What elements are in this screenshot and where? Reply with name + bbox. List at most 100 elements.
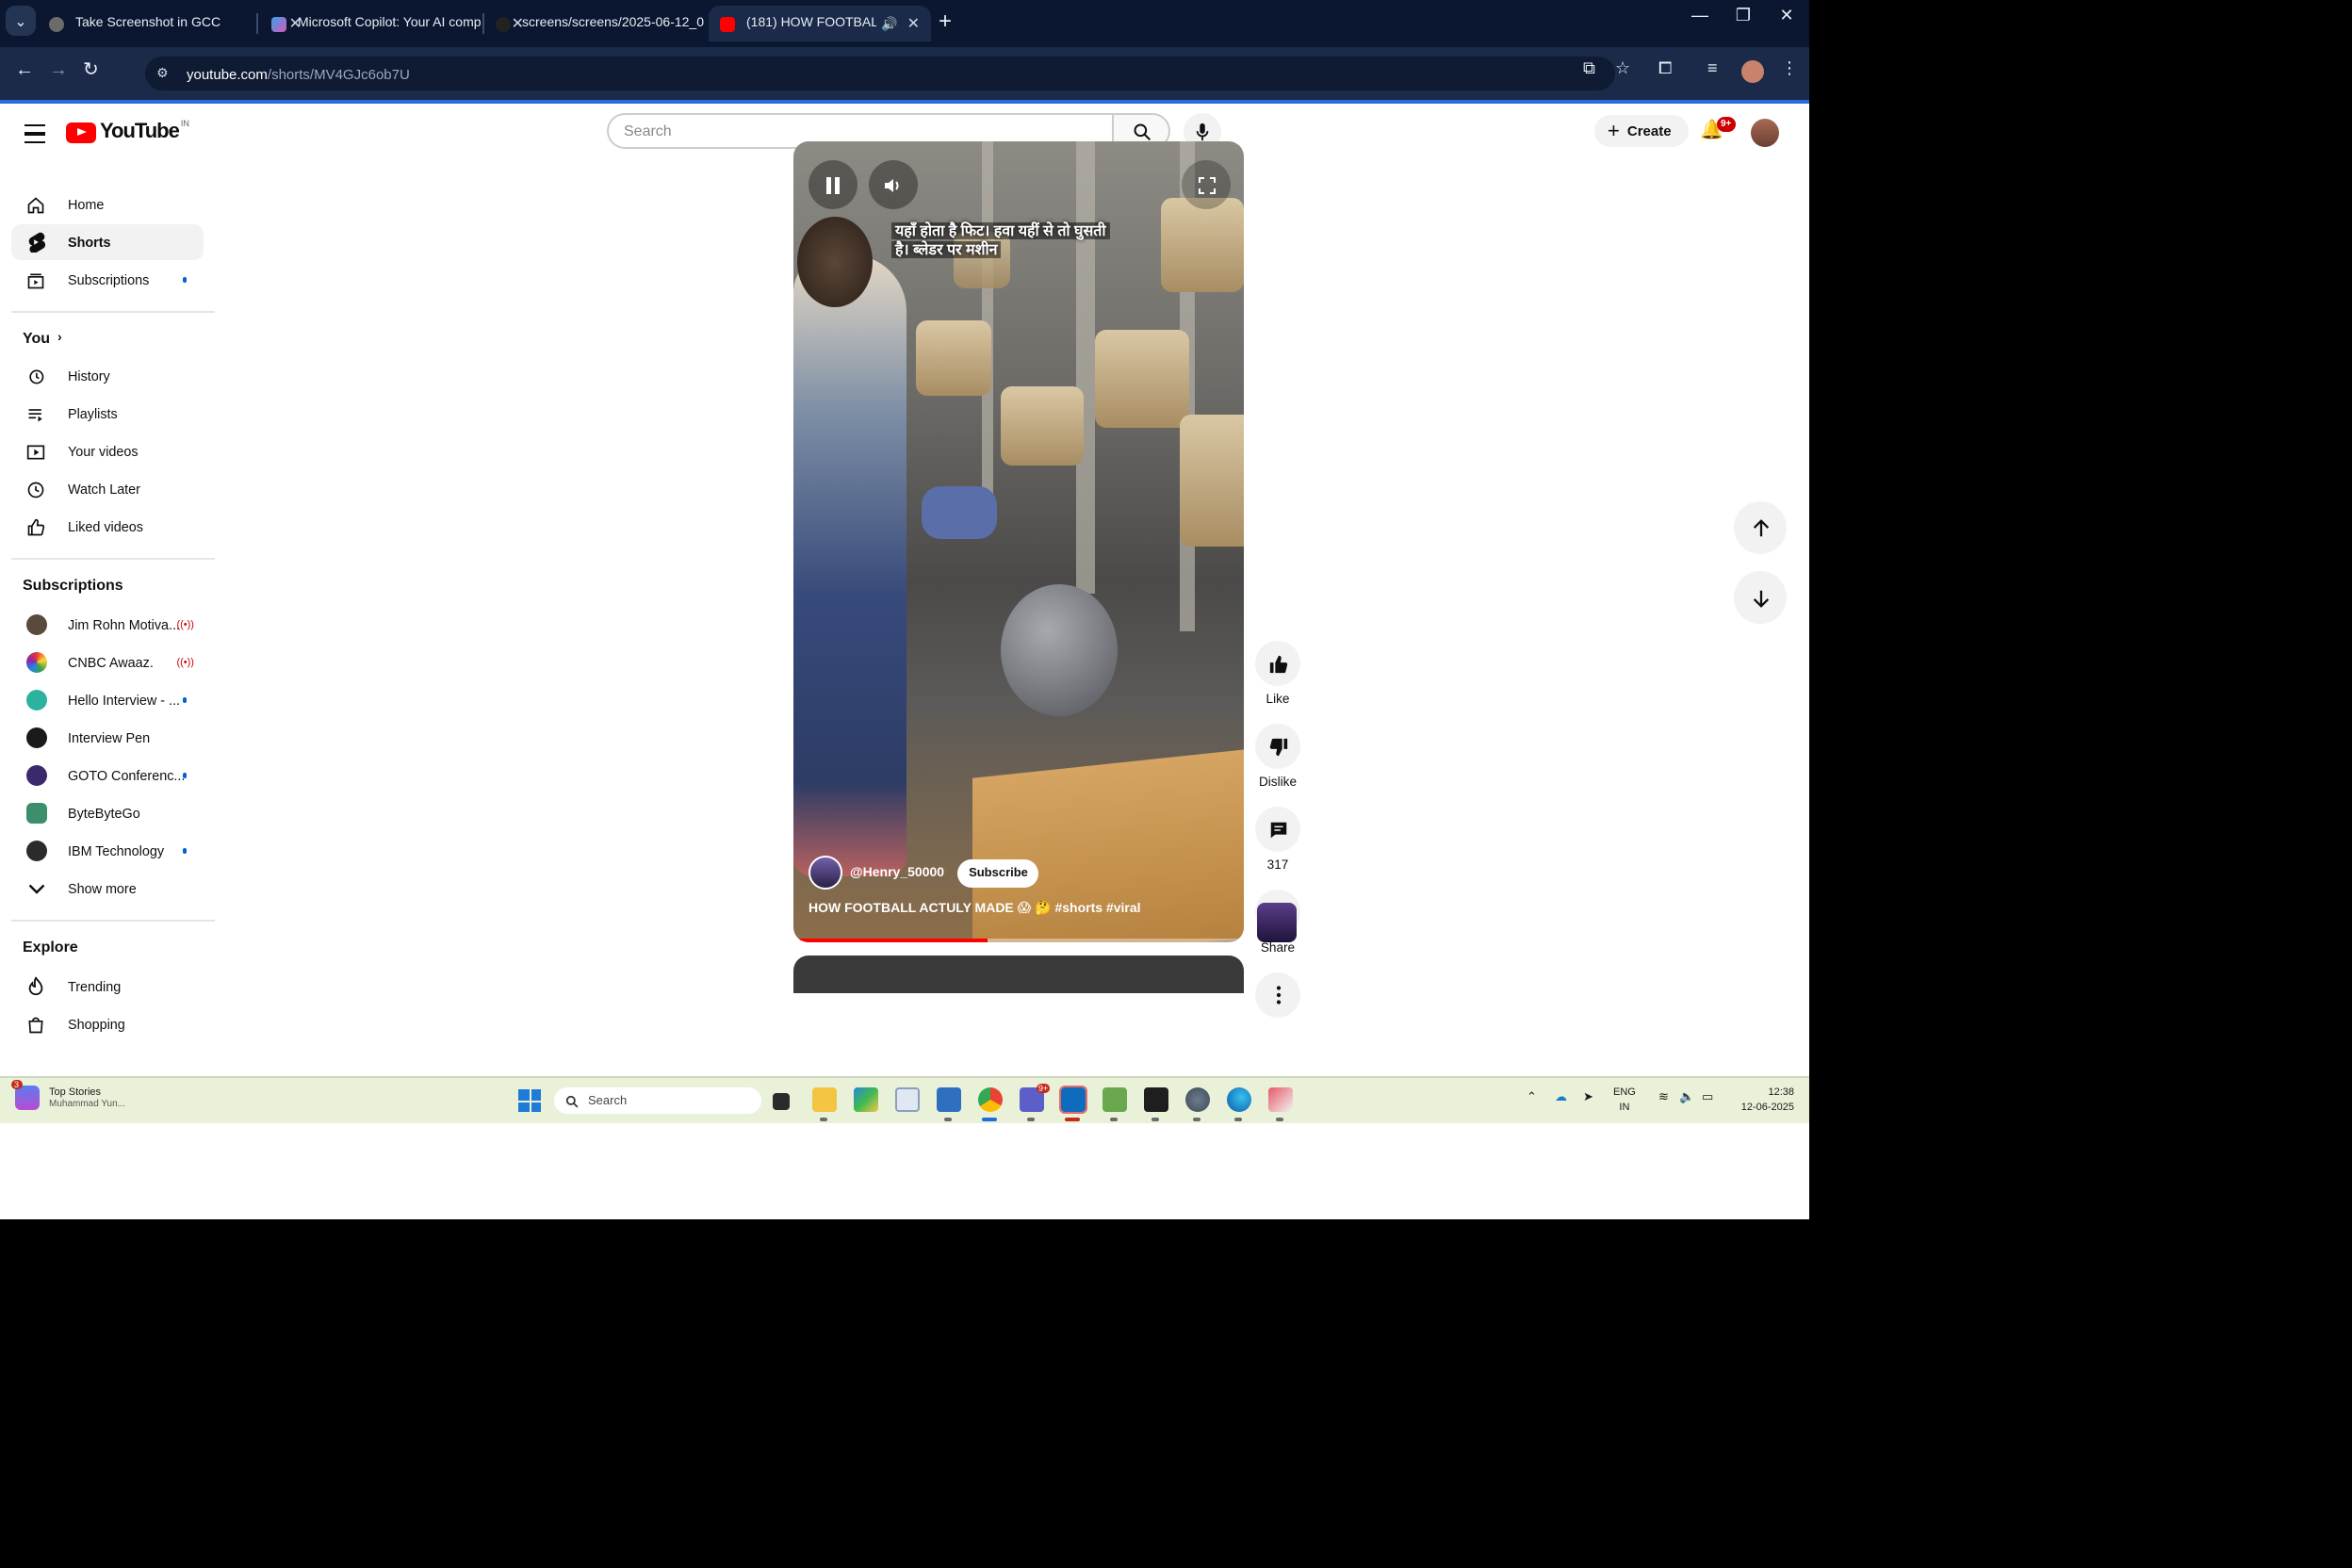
account-avatar[interactable] [1751,119,1779,147]
subscription-label: GOTO Conferenc... [68,767,186,784]
show-hidden-icons-icon[interactable]: ⌃ [1527,1089,1537,1104]
settings-gear-icon[interactable] [1185,1087,1210,1112]
close-tab-icon[interactable]: ✕ [907,15,920,32]
sidebar-item-trending[interactable]: Trending [11,969,204,1004]
comments-action[interactable]: 317 [1255,807,1300,873]
dislike-button[interactable] [1255,724,1300,769]
subscription-label: Jim Rohn Motiva... [68,616,181,633]
sidebar-item-shopping[interactable]: Shopping [11,1006,204,1042]
sidebar-item-playlists[interactable]: Playlists [11,396,204,432]
sidebar-item-label: History [68,368,110,384]
chrome-icon[interactable] [978,1087,1003,1112]
sidebar-item-home[interactable]: Home [11,187,204,222]
more-actions[interactable] [1255,972,1300,1018]
you-heading: You [23,330,51,347]
new-content-dot [182,773,187,778]
like-button[interactable] [1255,641,1300,686]
photos-app-icon[interactable] [937,1087,961,1112]
news-widget[interactable]: 3 Top Stories Muhammad Yun... [11,1080,125,1110]
tab-search-button[interactable]: ⌄ [6,6,36,36]
file-explorer-icon[interactable] [812,1087,837,1112]
task-view-icon[interactable] [773,1093,790,1110]
subscribe-button[interactable]: Subscribe [957,858,1039,887]
next-short-preview[interactable] [793,956,1244,993]
dislike-action[interactable]: Dislike [1255,724,1300,790]
subscriptions-icon [23,270,49,289]
shorts-video-player[interactable]: यहाँ होता है फिट। हवा यहीं से तो घुसती ह… [793,141,1244,942]
language-indicator[interactable]: ENG IN [1613,1086,1636,1116]
sidebar-item-liked-videos[interactable]: Liked videos [11,509,204,545]
subscription-item[interactable]: Interview Pen [11,720,204,756]
edge-icon[interactable] [1227,1087,1251,1112]
copilot-app-icon[interactable] [854,1087,878,1112]
outlook-icon[interactable] [1059,1086,1087,1114]
youtube-logo[interactable]: YouTube IN [66,118,189,143]
news-title: Top Stories [49,1086,102,1098]
windows-start-icon[interactable] [518,1089,541,1112]
subscription-item[interactable]: CNBC Awaaz. ((•)) [11,645,204,680]
screenshot-favicon-icon [49,16,64,31]
battery-icon[interactable]: ▭ [1702,1089,1713,1104]
back-icon[interactable]: ← [15,60,34,81]
reload-icon[interactable]: ↻ [83,60,99,81]
create-button[interactable]: + Create [1594,115,1689,147]
sidebar-you-heading[interactable]: You › [11,320,204,356]
clock[interactable]: 12:38 12-06-2025 [1730,1086,1794,1116]
browser-menu-icon[interactable]: ⋮ [1781,58,1798,79]
extensions-icon[interactable]: ⧠ [1658,58,1672,79]
audio-playing-icon[interactable]: 🔊 [881,16,897,31]
taskbar-search[interactable]: Search [554,1087,761,1114]
pause-icon [826,176,840,193]
minimize-button[interactable]: — [1677,6,1723,24]
onedrive-cloud-icon[interactable]: ☁ [1555,1089,1567,1104]
media-controls-icon[interactable]: ≡ [1707,58,1718,77]
volume-icon [885,178,899,191]
browser-tab-active[interactable]: (181) HOW FOOTBALL ACTU 🔊 ✕ [709,6,931,41]
pause-button[interactable] [808,160,858,209]
sidebar-item-subscriptions[interactable]: Subscriptions [11,262,204,298]
sidebar-item-your-videos[interactable]: Your videos [11,433,204,469]
install-app-icon[interactable]: ⧉ [1583,58,1595,79]
terminal-icon[interactable] [1144,1087,1168,1112]
sidebar-item-shorts[interactable]: Shorts [11,224,204,260]
volume-button[interactable] [869,160,918,209]
location-icon[interactable]: ➤ [1583,1089,1593,1104]
short-title[interactable]: HOW FOOTBALL ACTULY MADE 😱 🤔 #shorts #vi… [808,901,1141,916]
like-action[interactable]: Like [1255,641,1300,707]
close-window-button[interactable]: ✕ [1764,6,1809,26]
site-info-icon[interactable]: ⚙ [156,66,175,81]
subscription-item[interactable]: ByteByteGo [11,795,204,831]
notepad-icon[interactable] [1102,1087,1127,1112]
window-app-icon[interactable] [895,1087,920,1112]
github-favicon-icon [496,16,511,31]
sound-channel-avatar[interactable] [1257,903,1297,942]
new-tab-button[interactable]: + [939,8,952,34]
subscription-item[interactable]: Jim Rohn Motiva... ((•)) [11,607,204,643]
subscription-item[interactable]: Hello Interview - ... [11,682,204,718]
show-more-button[interactable]: Show more [11,871,204,906]
forward-icon[interactable]: → [49,60,68,81]
subscription-item[interactable]: IBM Technology [11,833,204,869]
guide-menu-icon[interactable] [24,124,45,149]
youtube-favicon-icon [720,16,735,31]
wifi-icon[interactable]: ≋ [1658,1089,1669,1104]
address-bar[interactable]: ⚙ youtube.com/shorts/MV4GJc6ob7U [145,57,1615,90]
sidebar-item-history[interactable]: History [11,358,204,394]
comments-button[interactable] [1255,807,1300,852]
channel-name[interactable]: @Henry_50000 [850,866,944,879]
more-options-button[interactable] [1255,972,1300,1018]
snipping-tool-icon[interactable] [1268,1087,1293,1112]
bookmark-star-icon[interactable]: ☆ [1615,58,1630,79]
arrow-down-icon [1752,589,1769,607]
previous-short-button[interactable] [1734,501,1787,554]
profile-icon[interactable] [1741,60,1764,87]
restore-button[interactable]: ❐ [1721,6,1766,26]
speaker-icon[interactable]: 🔈 [1679,1089,1694,1104]
fullscreen-button[interactable] [1182,160,1231,209]
next-short-button[interactable] [1734,571,1787,624]
subscription-item[interactable]: GOTO Conferenc... [11,758,204,793]
channel-avatar[interactable] [808,856,842,890]
sidebar-item-watch-later[interactable]: Watch Later [11,471,204,507]
sidebar-item-label: Trending [68,978,122,995]
video-progress-bar[interactable] [793,939,1244,942]
